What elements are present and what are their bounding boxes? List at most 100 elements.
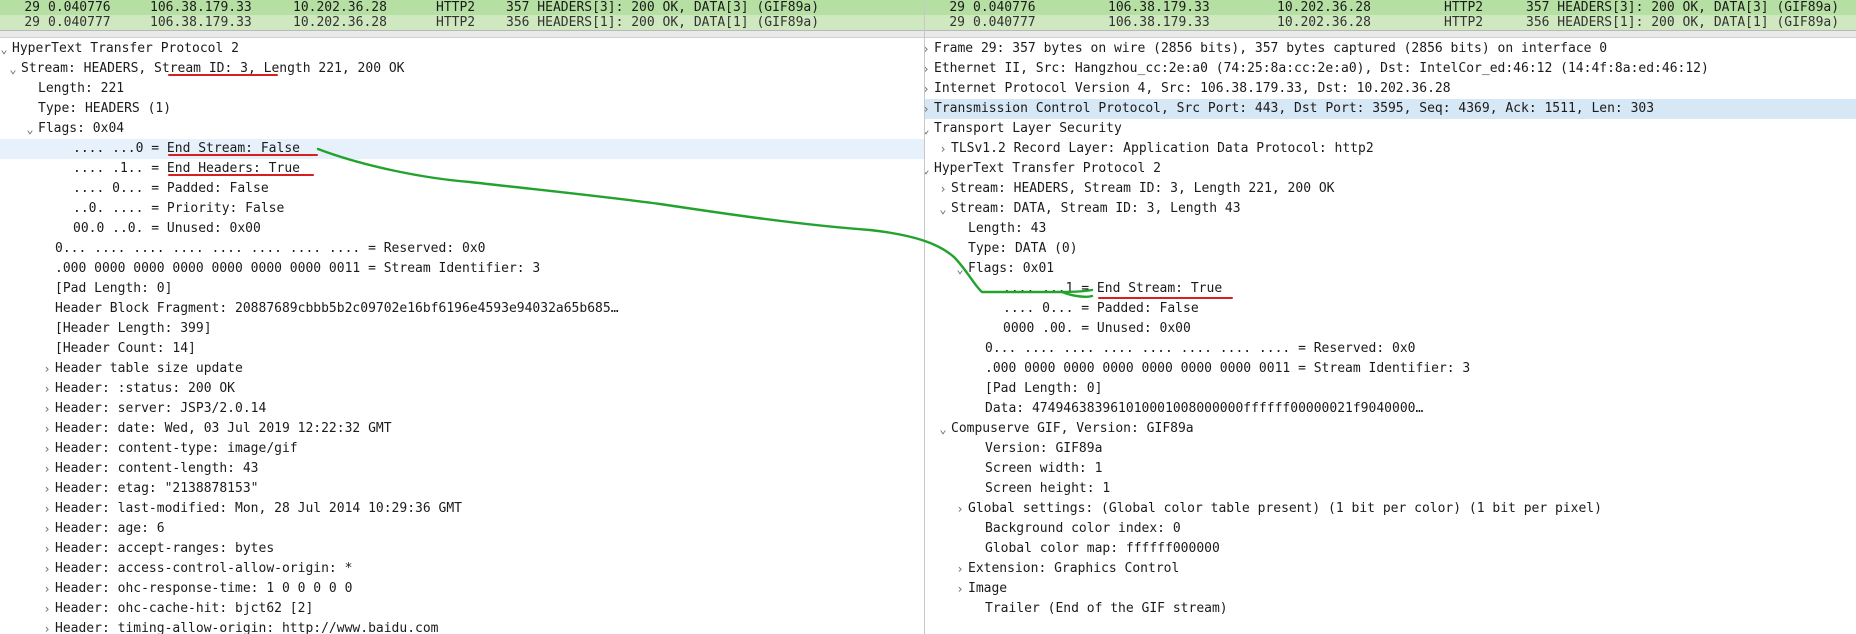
tree-row-text: TLSv1.2 Record Layer: Application Data P… xyxy=(951,141,1374,156)
right-tree-row[interactable]: ⌄ Stream: DATA, Stream ID: 3, Length 43 xyxy=(925,199,1856,219)
right-tree-row[interactable]: ›Frame 29: 357 bytes on wire (2856 bits)… xyxy=(925,39,1856,59)
left-tree-row[interactable]: › Header: content-length: 43 xyxy=(0,459,924,479)
right-tree-row[interactable]: Background color index: 0 xyxy=(925,519,1856,539)
chevron-down-icon[interactable]: ⌄ xyxy=(937,419,949,439)
chevron-right-icon[interactable]: › xyxy=(954,559,966,579)
left-tree-row[interactable]: › Header table size update xyxy=(0,359,924,379)
pane-splitter[interactable] xyxy=(0,31,924,38)
chevron-right-icon[interactable]: › xyxy=(954,579,966,599)
left-tree-row[interactable]: [Header Count: 14] xyxy=(0,339,924,359)
right-tree-row[interactable]: ⌄ Transport Layer Security xyxy=(925,119,1856,139)
chevron-right-icon[interactable]: › xyxy=(41,619,53,634)
right-tree-row[interactable]: .... ...1 = End Stream: True xyxy=(925,279,1856,299)
right-tree-row[interactable]: Trailer (End of the GIF stream) xyxy=(925,599,1856,619)
left-tree-row[interactable]: [Header Length: 399] xyxy=(0,319,924,339)
packet-row-next[interactable]: 29 0.040777 106.38.179.33 10.202.36.28 H… xyxy=(925,15,1856,30)
right-tree-row[interactable]: [Pad Length: 0] xyxy=(925,379,1856,399)
packet-row-selected[interactable]: 29 0.040776 106.38.179.33 10.202.36.28 H… xyxy=(925,0,1856,15)
left-tree-row[interactable]: ⌄ HyperText Transfer Protocol 2 xyxy=(0,39,924,59)
left-tree-row[interactable]: › Header: timing-allow-origin: http://www… xyxy=(0,619,924,634)
chevron-right-icon[interactable]: › xyxy=(41,519,53,539)
right-tree-row[interactable]: Version: GIF89a xyxy=(925,439,1856,459)
right-tree-row[interactable]: 0... .... .... .... .... .... .... .... … xyxy=(925,339,1856,359)
right-tree-row[interactable]: Type: DATA (0) xyxy=(925,239,1856,259)
left-tree-row[interactable]: Type: HEADERS (1) xyxy=(0,99,924,119)
left-tree-row[interactable]: › Header: :status: 200 OK xyxy=(0,379,924,399)
chevron-right-icon[interactable]: › xyxy=(41,599,53,619)
chevron-right-icon[interactable]: › xyxy=(937,139,949,159)
chevron-right-icon[interactable]: › xyxy=(925,99,932,119)
right-tree-row[interactable]: › Image xyxy=(925,579,1856,599)
packet-row-next[interactable]: 29 0.040777 106.38.179.33 10.202.36.28 H… xyxy=(0,15,924,30)
left-tree-row[interactable]: › Header: ohc-cache-hit: bjct62 [2] xyxy=(0,599,924,619)
chevron-down-icon[interactable]: ⌄ xyxy=(925,159,932,179)
pane-splitter[interactable] xyxy=(925,31,1856,38)
packet-time: 0.040777 xyxy=(48,15,111,30)
left-tree-row[interactable]: .000 0000 0000 0000 0000 0000 0000 0011 … xyxy=(0,259,924,279)
left-tree-row[interactable]: Header Block Fragment: 20887689cbbb5b2c0… xyxy=(0,299,924,319)
chevron-down-icon[interactable]: ⌄ xyxy=(7,59,19,79)
right-tree-row[interactable]: › Stream: HEADERS, Stream ID: 3, Length 2… xyxy=(925,179,1856,199)
right-tree-row[interactable]: Global color map: ffffff000000 xyxy=(925,539,1856,559)
right-tree-row[interactable]: Data: 474946383961010001008000000ffffff0… xyxy=(925,399,1856,419)
chevron-right-icon[interactable]: › xyxy=(937,179,949,199)
chevron-right-icon[interactable]: › xyxy=(41,539,53,559)
chevron-right-icon[interactable]: › xyxy=(41,399,53,419)
left-tree-row[interactable]: .... ...0 = End Stream: False xyxy=(0,139,924,159)
left-tree-row[interactable]: ..0. .... = Priority: False xyxy=(0,199,924,219)
left-tree-row[interactable]: 00.0 ..0. = Unused: 0x00 xyxy=(0,219,924,239)
right-tree-row[interactable]: ›Internet Protocol Version 4, Src: 106.3… xyxy=(925,79,1856,99)
chevron-right-icon[interactable]: › xyxy=(41,579,53,599)
chevron-right-icon[interactable]: › xyxy=(925,59,932,79)
left-tree-row[interactable]: Length: 221 xyxy=(0,79,924,99)
right-tree-row[interactable]: ⌄ HyperText Transfer Protocol 2 xyxy=(925,159,1856,179)
chevron-right-icon[interactable]: › xyxy=(954,499,966,519)
chevron-right-icon[interactable]: › xyxy=(41,419,53,439)
chevron-right-icon[interactable]: › xyxy=(925,79,932,99)
chevron-down-icon[interactable]: ⌄ xyxy=(954,259,966,279)
right-tree-row[interactable]: Length: 43 xyxy=(925,219,1856,239)
chevron-right-icon[interactable]: › xyxy=(41,479,53,499)
chevron-right-icon[interactable]: › xyxy=(41,459,53,479)
chevron-right-icon[interactable]: › xyxy=(41,439,53,459)
left-tree-row[interactable]: ⌄ Flags: 0x04 xyxy=(0,119,924,139)
right-tree-row[interactable]: .... 0... = Padded: False xyxy=(925,299,1856,319)
right-tree-row[interactable]: Screen width: 1 xyxy=(925,459,1856,479)
left-tree-row[interactable]: › Header: access-control-allow-origin: * xyxy=(0,559,924,579)
left-tree-row[interactable]: › Header: etag: "2138878153" xyxy=(0,479,924,499)
left-tree-row[interactable]: › Header: content-type: image/gif xyxy=(0,439,924,459)
right-tree-row[interactable]: › Global settings: (Global color table pr… xyxy=(925,499,1856,519)
right-tree-row[interactable]: › TLSv1.2 Record Layer: Application Data … xyxy=(925,139,1856,159)
chevron-down-icon[interactable]: ⌄ xyxy=(937,199,949,219)
left-tree-row[interactable]: › Header: ohc-response-time: 1 0 0 0 0 0 xyxy=(0,579,924,599)
left-tree-row[interactable]: [Pad Length: 0] xyxy=(0,279,924,299)
left-tree-row[interactable]: ⌄ Stream: HEADERS, Stream ID: 3, Length 2… xyxy=(0,59,924,79)
chevron-right-icon[interactable]: › xyxy=(41,359,53,379)
chevron-right-icon[interactable]: › xyxy=(41,499,53,519)
right-tree-row[interactable]: ⌄ Compuserve GIF, Version: GIF89a xyxy=(925,419,1856,439)
left-tree-row[interactable]: .... .1.. = End Headers: True xyxy=(0,159,924,179)
tree-row-text: Header: date: Wed, 03 Jul 2019 12:22:32 … xyxy=(55,421,392,436)
chevron-down-icon[interactable]: ⌄ xyxy=(0,39,10,59)
packet-row-selected[interactable]: 29 0.040776 106.38.179.33 10.202.36.28 H… xyxy=(0,0,924,15)
chevron-right-icon[interactable]: › xyxy=(41,379,53,399)
chevron-right-icon[interactable]: › xyxy=(41,559,53,579)
right-tree-row[interactable]: Screen height: 1 xyxy=(925,479,1856,499)
left-tree-row[interactable]: › Header: accept-ranges: bytes xyxy=(0,539,924,559)
chevron-down-icon[interactable]: ⌄ xyxy=(24,119,36,139)
left-tree-row[interactable]: › Header: age: 6 xyxy=(0,519,924,539)
left-tree-row[interactable]: › Header: server: JSP3/2.0.14 xyxy=(0,399,924,419)
right-tree-row[interactable]: ⌄ Flags: 0x01 xyxy=(925,259,1856,279)
right-tree-row[interactable]: .000 0000 0000 0000 0000 0000 0000 0011 … xyxy=(925,359,1856,379)
underline-end-stream-true xyxy=(1098,297,1233,299)
left-tree-row[interactable]: .... 0... = Padded: False xyxy=(0,179,924,199)
chevron-down-icon[interactable]: ⌄ xyxy=(925,119,932,139)
right-tree-row[interactable]: ›Ethernet II, Src: Hangzhou_cc:2e:a0 (74… xyxy=(925,59,1856,79)
left-tree-row[interactable]: › Header: date: Wed, 03 Jul 2019 12:22:32… xyxy=(0,419,924,439)
right-tree-row[interactable]: 0000 .00. = Unused: 0x00 xyxy=(925,319,1856,339)
chevron-right-icon[interactable]: › xyxy=(925,39,932,59)
right-tree-row[interactable]: › Extension: Graphics Control xyxy=(925,559,1856,579)
right-tree-row[interactable]: ›Transmission Control Protocol, Src Port… xyxy=(925,99,1856,119)
left-tree-row[interactable]: › Header: last-modified: Mon, 28 Jul 2014… xyxy=(0,499,924,519)
left-tree-row[interactable]: 0... .... .... .... .... .... .... .... … xyxy=(0,239,924,259)
